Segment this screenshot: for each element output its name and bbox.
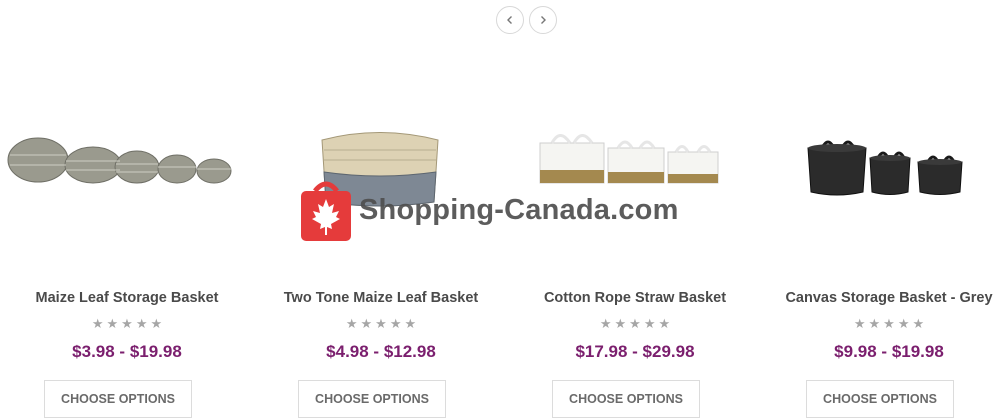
product-grid: Maize Leaf Storage Basket ★ ★ ★ ★ ★ $3.98 - … [0, 110, 1000, 420]
star-icon: ★ [150, 316, 163, 331]
product-price: $3.98 - $19.98 [72, 342, 182, 361]
star-icon: ★ [404, 316, 417, 331]
product-image[interactable] [0, 110, 254, 210]
star-icon: ★ [643, 316, 656, 331]
watermark-text: Shopping-Canada.com [359, 193, 679, 226]
product-rating: ★ ★ ★ ★ ★ [508, 317, 762, 331]
star-icon: ★ [121, 316, 133, 331]
product-price: $17.98 - $29.98 [575, 342, 695, 361]
star-icon: ★ [868, 316, 881, 331]
product-card: Maize Leaf Storage Basket ★ ★ ★ ★ ★ $3.98 - … [0, 110, 254, 420]
carousel-prev-button[interactable] [496, 6, 524, 34]
star-icon: ★ [853, 316, 866, 331]
star-icon: ★ [91, 316, 104, 331]
product-rating: ★ ★ ★ ★ ★ [0, 317, 254, 331]
product-price: $4.98 - $12.98 [326, 342, 436, 361]
product-price: $9.98 - $19.98 [834, 342, 944, 361]
star-icon: ★ [135, 316, 148, 331]
chevron-left-icon [507, 16, 512, 24]
star-icon: ★ [912, 316, 925, 331]
product-rating: ★ ★ ★ ★ ★ [254, 317, 508, 331]
product-card: Cotton Rope Straw Basket ★ ★ ★ ★ ★ $17.98 - … [508, 110, 762, 420]
star-icon: ★ [375, 316, 387, 331]
product-name[interactable]: Two Tone Maize Leaf Basket [254, 290, 508, 306]
choose-options-button[interactable]: CHOOSE OPTIONS [44, 380, 192, 418]
star-icon: ★ [360, 316, 373, 331]
star-icon: ★ [883, 316, 895, 331]
product-image[interactable] [762, 110, 1000, 210]
star-icon: ★ [345, 316, 358, 331]
star-icon: ★ [599, 316, 612, 331]
star-icon: ★ [106, 316, 119, 331]
choose-options-button[interactable]: CHOOSE OPTIONS [298, 380, 446, 418]
product-name[interactable]: Maize Leaf Storage Basket [0, 290, 254, 306]
star-icon: ★ [389, 316, 402, 331]
watermark: Shopping-Canada.com [299, 177, 679, 243]
carousel-next-button[interactable] [529, 6, 557, 34]
carousel-nav [496, 6, 557, 34]
star-icon: ★ [658, 316, 671, 331]
choose-options-button[interactable]: CHOOSE OPTIONS [552, 380, 700, 418]
star-icon: ★ [629, 316, 641, 331]
product-name[interactable]: Canvas Storage Basket - Grey [762, 290, 1000, 306]
product-card: Two Tone Maize Leaf Basket ★ ★ ★ ★ ★ $4.98 -… [254, 110, 508, 420]
product-name[interactable]: Cotton Rope Straw Basket [508, 290, 762, 306]
choose-options-button[interactable]: CHOOSE OPTIONS [806, 380, 954, 418]
star-icon: ★ [897, 316, 910, 331]
star-icon: ★ [614, 316, 627, 331]
chevron-right-icon [541, 16, 546, 24]
maple-leaf-bag-icon [301, 181, 351, 241]
product-card: Canvas Storage Basket - Grey ★ ★ ★ ★ ★ $9.98… [762, 110, 1000, 420]
product-rating: ★ ★ ★ ★ ★ [762, 317, 1000, 331]
